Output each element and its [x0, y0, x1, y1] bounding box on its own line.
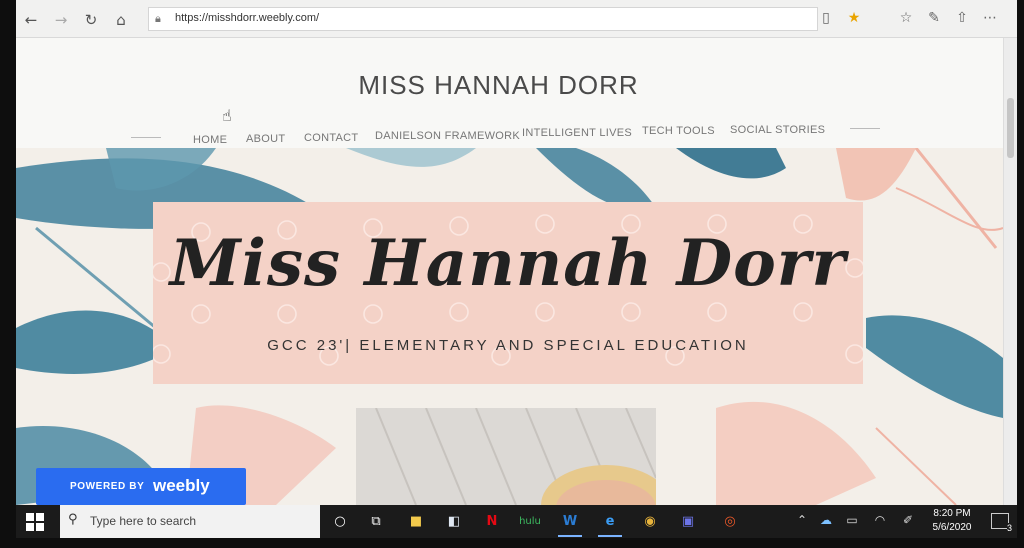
reading-view-icon[interactable]: ▯ — [816, 8, 836, 28]
hero-banner: Miss Hannah Dorr GCC 23'| ELEMENTARY AND… — [16, 148, 1003, 505]
site-navigation: HOME ABOUT CONTACT DANIELSON FRAMEWORK I… — [16, 124, 1003, 148]
clock-date: 5/6/2020 — [932, 522, 972, 533]
battery-icon[interactable]: ▭ — [844, 513, 860, 527]
store-bag-icon[interactable]: ◧ — [442, 510, 466, 534]
address-url: https://misshdorr.weebly.com/ — [175, 12, 320, 24]
clock-time: 8:20 PM — [933, 508, 971, 519]
taskbar-search-box[interactable]: ⚲ Type here to search — [60, 505, 320, 538]
powered-by-label: POWERED BY — [70, 481, 145, 492]
nav-about[interactable]: ABOUT — [246, 133, 285, 145]
refresh-icon[interactable]: ↻ — [82, 11, 100, 29]
nav-contact[interactable]: CONTACT — [304, 132, 358, 144]
netflix-icon[interactable]: N — [480, 510, 504, 534]
onedrive-cloud-icon[interactable]: ☁ — [818, 513, 834, 527]
cortana-circle-icon[interactable]: ○ — [328, 510, 352, 534]
app-orange-icon[interactable]: ◎ — [718, 510, 742, 534]
hero-title-panel: Miss Hannah Dorr GCC 23'| ELEMENTARY AND… — [153, 202, 863, 384]
hulu-icon[interactable]: hulu — [518, 510, 542, 534]
notes-pen-icon[interactable]: ✎ — [924, 8, 944, 28]
nav-divider-left — [131, 137, 161, 138]
search-icon: ⚲ — [68, 512, 78, 527]
site-title[interactable]: MISS HANNAH DORR — [16, 70, 981, 101]
forward-arrow-icon[interactable]: → — [52, 11, 70, 29]
browser-window: ← → ↻ ⌂ 🔒︎ https://misshdorr.weebly.com/… — [16, 0, 1017, 505]
taskbar-clock[interactable]: 8:20 PM 5/6/2020 — [924, 507, 980, 535]
word-icon[interactable]: W — [558, 510, 582, 534]
file-explorer-icon[interactable]: ■ — [404, 510, 428, 534]
hand-cursor-icon: ☝ — [222, 106, 232, 125]
notification-count: 3 — [1006, 523, 1012, 533]
home-icon[interactable]: ⌂ — [112, 11, 130, 29]
scrollbar-thumb[interactable] — [1007, 98, 1014, 158]
nav-social-stories[interactable]: SOCIAL STORIES — [730, 124, 825, 136]
powered-by-weebly-badge[interactable]: POWERED BY weebly — [36, 468, 246, 505]
favorite-star-icon[interactable]: ★ — [844, 8, 864, 28]
teams-icon[interactable]: ▣ — [676, 510, 700, 534]
browser-toolbar: ← → ↻ ⌂ 🔒︎ https://misshdorr.weebly.com/… — [16, 0, 1017, 38]
more-icon[interactable]: ⋯ — [980, 8, 1000, 28]
task-view-icon[interactable]: ⧉ — [364, 510, 388, 534]
favorites-list-icon[interactable]: ☆ — [896, 8, 916, 28]
chrome-icon[interactable]: ◉ — [638, 510, 662, 534]
nav-tech-tools[interactable]: TECH TOOLS — [642, 125, 715, 137]
search-placeholder: Type here to search — [90, 514, 197, 528]
back-arrow-icon[interactable]: ← — [22, 11, 40, 29]
windows-taskbar: ⚲ Type here to search ○ ⧉ ■ ◧ N hulu W e… — [16, 505, 1017, 538]
nav-intelligent-lives[interactable]: INTELLIGENT LIVES — [522, 127, 632, 139]
lock-icon: 🔒︎ — [155, 12, 161, 25]
wifi-icon[interactable]: ◠ — [872, 513, 888, 527]
tray-chevron-up-icon[interactable]: ⌃ — [794, 513, 810, 527]
nav-danielson-framework[interactable]: DANIELSON FRAMEWORK — [375, 130, 520, 142]
hero-script-title: Miss Hannah Dorr — [169, 226, 847, 301]
weebly-logo: weebly — [153, 476, 210, 495]
action-center-icon[interactable]: 3 — [991, 513, 1012, 533]
share-icon[interactable]: ⇧ — [952, 8, 972, 28]
nav-divider-right — [850, 128, 880, 129]
edge-browser-icon[interactable]: e — [598, 510, 622, 534]
address-bar[interactable]: 🔒︎ https://misshdorr.weebly.com/ — [148, 7, 818, 31]
hero-subtitle: GCC 23'| ELEMENTARY AND SPECIAL EDUCATIO… — [267, 337, 749, 354]
photo-image — [356, 408, 656, 505]
word-active-indicator — [558, 535, 582, 537]
edge-active-indicator — [598, 535, 622, 537]
windows-start-icon[interactable] — [26, 513, 44, 531]
nav-home[interactable]: HOME — [193, 134, 227, 146]
page-scrollbar[interactable] — [1003, 38, 1017, 505]
pen-workspace-icon[interactable]: ✐ — [900, 513, 916, 527]
site-header: MISS HANNAH DORR HOME ABOUT CONTACT DANI… — [16, 38, 1003, 148]
profile-photo — [356, 408, 656, 505]
